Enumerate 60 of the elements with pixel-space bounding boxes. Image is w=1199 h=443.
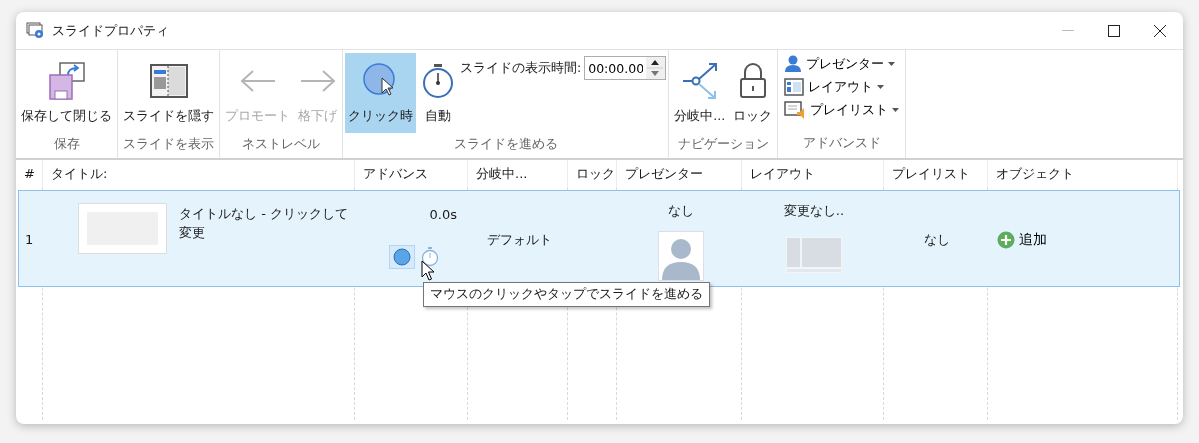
column-header[interactable]: オブジェクト bbox=[988, 160, 1178, 188]
save-close-icon bbox=[47, 61, 86, 101]
ribbon-button[interactable]: 保存して閉じる bbox=[18, 53, 115, 133]
dropdown-button[interactable]: プレゼンター bbox=[780, 54, 904, 75]
row-number: 1 bbox=[25, 230, 34, 249]
group-label: スライドを表示 bbox=[122, 135, 215, 153]
ribbon-button[interactable]: スライドを隠す bbox=[120, 53, 217, 133]
column-header[interactable]: 分岐中... bbox=[468, 160, 568, 188]
ribbon-button[interactable]: 自動 bbox=[418, 53, 458, 133]
stopwatch-icon bbox=[421, 63, 455, 99]
tooltip: マウスのクリックやタップでスライドを進める bbox=[423, 282, 710, 307]
column-header[interactable]: アドバンス bbox=[355, 160, 468, 188]
group-label: ナビゲーション bbox=[676, 135, 770, 153]
caret-icon bbox=[877, 85, 885, 90]
column-header[interactable]: # bbox=[16, 160, 43, 188]
table-cell-text: 変更なし.. bbox=[783, 202, 845, 220]
playlist-icon bbox=[784, 100, 807, 119]
column-header[interactable]: レイアウト bbox=[742, 160, 884, 188]
dropdown-button[interactable]: レイアウト bbox=[780, 76, 904, 98]
stopwatch-icon bbox=[421, 246, 439, 267]
column-header[interactable]: タイトル: bbox=[43, 160, 355, 188]
branch-arrows-icon bbox=[680, 62, 719, 100]
table-cell-text: なし bbox=[924, 230, 950, 249]
minimize-icon bbox=[1062, 29, 1074, 32]
click-cursor-icon bbox=[393, 247, 411, 266]
column-header[interactable]: ロック bbox=[568, 160, 617, 188]
right-arrow-icon bbox=[298, 69, 337, 93]
layout-icon bbox=[784, 78, 805, 97]
dropdown-button[interactable]: プレイリスト bbox=[780, 99, 904, 121]
caret-icon bbox=[892, 107, 900, 112]
ribbon-button[interactable]: 分岐中... bbox=[671, 53, 729, 133]
close-icon bbox=[1154, 24, 1166, 37]
window-title: スライドプロパティ bbox=[52, 21, 169, 40]
left-arrow-icon bbox=[238, 69, 277, 93]
slide-title[interactable]: タイトルなし - クリックして変更 bbox=[179, 203, 354, 288]
slide-settings-icon bbox=[26, 21, 46, 40]
advance-time: 0.0s bbox=[429, 206, 457, 224]
table-row[interactable]: 1 タイトルなし - クリックして変更 0.0s デフォルト なし 変更なし.. なし 追加 bbox=[18, 190, 1180, 287]
caret-icon bbox=[888, 62, 896, 67]
advance-mode-toggle[interactable] bbox=[389, 244, 415, 269]
group-label: 保存 bbox=[52, 135, 81, 153]
table-cell-text: なし bbox=[667, 202, 694, 220]
group-label: アドバンスド bbox=[801, 134, 882, 152]
ribbon-button[interactable]: クリック時 bbox=[345, 53, 416, 133]
layout-thumbnail bbox=[786, 236, 842, 273]
maximize-icon bbox=[1108, 24, 1120, 37]
add-object-link[interactable]: 追加 bbox=[997, 229, 1047, 250]
ribbon-button[interactable]: ロック bbox=[730, 53, 776, 133]
plus-icon bbox=[997, 230, 1015, 249]
column-header[interactable]: プレゼンター bbox=[617, 160, 742, 188]
table-cell-text: デフォルト bbox=[486, 230, 552, 249]
column-header[interactable]: プレイリスト bbox=[884, 160, 988, 188]
mouse-cursor-icon bbox=[421, 260, 435, 281]
group-label: スライドを進める bbox=[452, 135, 559, 153]
padlock-icon bbox=[738, 63, 767, 99]
hide-slide-icon bbox=[149, 64, 188, 98]
person-icon bbox=[784, 55, 803, 74]
avatar-placeholder bbox=[657, 230, 704, 281]
field-label: スライドの表示時間: bbox=[460, 58, 582, 77]
group-label: ネストレベル bbox=[241, 135, 321, 153]
